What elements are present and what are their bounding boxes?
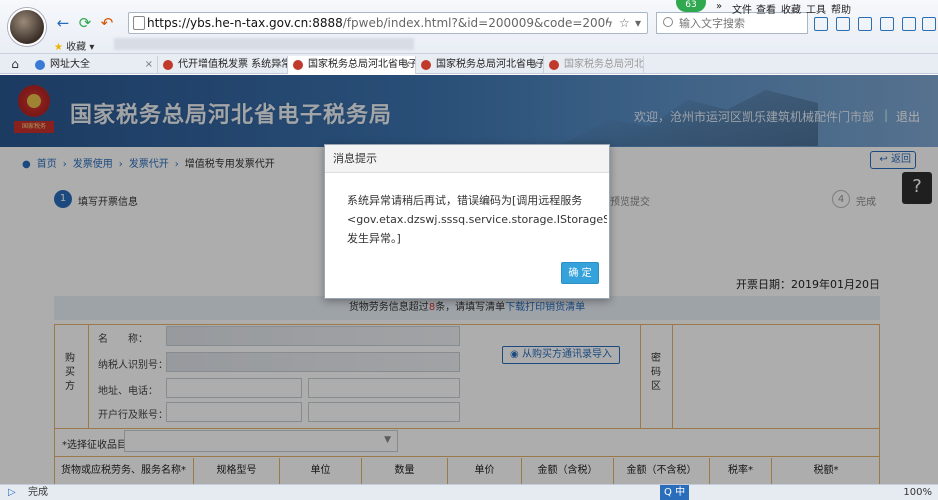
grid-icon[interactable] bbox=[858, 17, 872, 31]
page-icon bbox=[133, 16, 145, 30]
dropdown-icon[interactable]: ▾ bbox=[635, 16, 641, 30]
status-bar: ▷ 完成 Q 中 100% bbox=[0, 484, 938, 500]
dialog-message: 系统异常请稍后再试，错误编码为[调用远程服务<gov.etax.dzswj.ss… bbox=[347, 194, 607, 245]
note-icon[interactable] bbox=[836, 17, 850, 31]
tax-icon bbox=[421, 60, 431, 70]
refresh-icon[interactable]: ⟳ bbox=[76, 14, 94, 32]
close-icon[interactable]: × bbox=[531, 56, 539, 74]
search-input[interactable] bbox=[679, 14, 799, 32]
star-icon[interactable]: ☆ bbox=[619, 16, 630, 30]
tab-bar: ⌂ 网址大全 × 代开增值税发票 系统异常 × 国家税务总局河北省电子 × 国家税务总… bbox=[0, 54, 938, 74]
share-icon[interactable] bbox=[814, 17, 828, 31]
mail-icon[interactable] bbox=[902, 17, 916, 31]
tab-etax-2[interactable]: 国家税务总局河北省电子 × bbox=[416, 56, 544, 74]
tab-etax-1[interactable]: 国家税务总局河北省电子 × bbox=[288, 56, 416, 74]
tax-icon bbox=[293, 60, 303, 70]
undo-icon[interactable]: ↶ bbox=[98, 14, 116, 32]
favorites-button[interactable]: ★ 收藏 ▾ bbox=[54, 38, 94, 53]
url-text: https://ybs.he-n-tax.gov.cn:8888/fpweb/i… bbox=[147, 16, 607, 30]
message-dialog: 消息提示 系统异常请稍后再试，错误编码为[调用远程服务<gov.etax.dzs… bbox=[324, 144, 610, 299]
close-icon[interactable]: × bbox=[275, 56, 283, 74]
menu-tools[interactable]: 工具 bbox=[806, 1, 826, 16]
tax-icon bbox=[163, 60, 173, 70]
menu-favorites[interactable]: 收藏 bbox=[781, 1, 801, 16]
play-icon[interactable]: ▷ bbox=[8, 485, 16, 500]
lightning-icon[interactable]: ϟ bbox=[605, 16, 613, 30]
ime-indicator[interactable]: Q 中 bbox=[660, 485, 690, 500]
download-icon[interactable] bbox=[922, 17, 936, 31]
menu-view[interactable]: 查看 bbox=[756, 1, 776, 16]
tab-fapiao[interactable]: 代开增值税发票 系统异常 × bbox=[158, 56, 288, 74]
menu-help[interactable]: 帮助 bbox=[831, 1, 851, 16]
tax-icon bbox=[549, 60, 559, 70]
notification-badge[interactable]: 63 bbox=[676, 0, 706, 12]
close-icon[interactable]: × bbox=[403, 56, 411, 74]
user-avatar[interactable] bbox=[8, 8, 46, 46]
clock-icon[interactable] bbox=[880, 17, 894, 31]
close-icon[interactable]: × bbox=[145, 56, 153, 74]
favorites-star-icon: ★ bbox=[54, 42, 63, 53]
back-arrow-icon[interactable]: ← bbox=[54, 14, 72, 32]
browser-toolbar: 63 ← ⟳ ↶ https://ybs.he-n-tax.gov.cn:888… bbox=[0, 0, 938, 54]
status-text: 完成 bbox=[28, 487, 48, 498]
address-bar[interactable]: https://ybs.he-n-tax.gov.cn:8888/fpweb/i… bbox=[128, 12, 648, 34]
zoom-level[interactable]: 100% bbox=[903, 485, 932, 500]
chevron-icon[interactable]: » bbox=[716, 1, 722, 12]
blurred-bookmarks bbox=[114, 38, 414, 50]
tab-hao123[interactable]: 网址大全 × bbox=[30, 56, 158, 74]
ok-button[interactable]: 确 定 bbox=[561, 262, 599, 284]
menu-file[interactable]: 文件 bbox=[732, 1, 752, 16]
tab-etax-3[interactable]: 国家税务总局河北省电子 bbox=[544, 56, 644, 74]
home-icon[interactable]: ⌂ bbox=[6, 55, 24, 73]
search-icon bbox=[663, 17, 673, 27]
dialog-title: 消息提示 bbox=[325, 145, 609, 173]
globe-icon bbox=[35, 60, 45, 70]
